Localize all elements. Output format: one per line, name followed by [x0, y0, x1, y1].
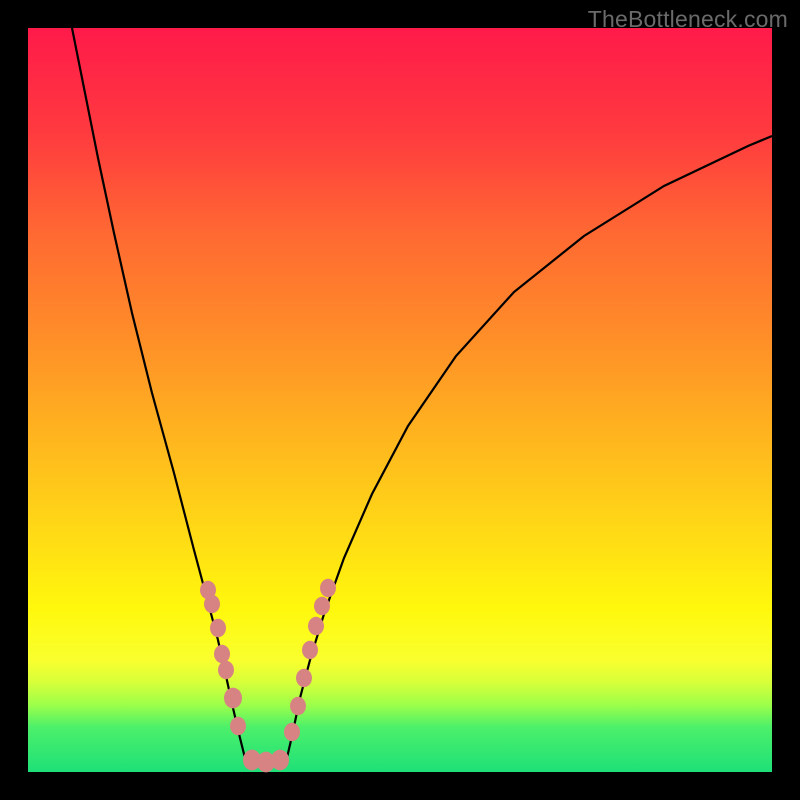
data-marker — [308, 617, 324, 635]
marker-group — [200, 579, 336, 773]
data-marker — [302, 641, 318, 659]
data-marker — [218, 661, 234, 679]
plot-area — [28, 28, 772, 772]
chart-frame: TheBottleneck.com — [0, 0, 800, 800]
watermark-text: TheBottleneck.com — [588, 6, 788, 33]
curve-right-path — [286, 136, 772, 762]
data-marker — [314, 597, 330, 615]
data-marker — [210, 619, 226, 637]
data-marker — [296, 669, 312, 687]
data-marker — [320, 579, 336, 597]
data-marker — [271, 750, 289, 771]
data-marker — [290, 697, 306, 715]
data-marker — [230, 717, 246, 735]
data-marker — [284, 723, 300, 741]
curve-svg — [28, 28, 772, 772]
data-marker — [204, 595, 220, 613]
data-marker — [214, 645, 230, 663]
data-marker — [224, 688, 242, 709]
